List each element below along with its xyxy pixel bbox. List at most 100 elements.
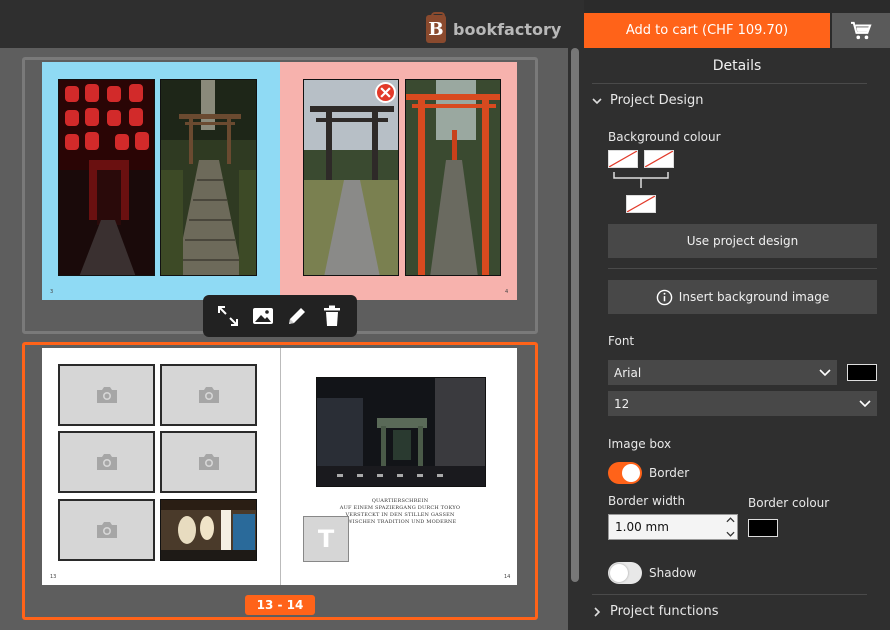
photo-big-torii-image bbox=[304, 80, 398, 275]
link-connector-icon bbox=[613, 172, 669, 188]
brand-logo[interactable]: B bookfactory bbox=[426, 12, 562, 44]
chevron-right-icon bbox=[594, 606, 601, 617]
camera-icon bbox=[96, 522, 117, 538]
border-colour-label: Border colour bbox=[748, 496, 830, 510]
delete-button[interactable] bbox=[318, 302, 346, 330]
font-family-value: Arial bbox=[614, 365, 642, 380]
details-panel: Details Project Design Background colour… bbox=[584, 48, 890, 630]
delete-photo-button[interactable] bbox=[375, 82, 396, 103]
text-box-icon[interactable]: T bbox=[303, 516, 349, 562]
cart-button[interactable] bbox=[832, 13, 890, 48]
camera-icon bbox=[198, 387, 219, 403]
insert-background-image-button[interactable]: Insert background image bbox=[608, 280, 877, 314]
chevron-down-icon bbox=[859, 399, 871, 407]
toggle-knob bbox=[622, 464, 640, 482]
image-placeholder[interactable] bbox=[58, 499, 155, 561]
no-colour-icon bbox=[626, 195, 656, 213]
background-swatch-both[interactable] bbox=[626, 195, 656, 213]
page-range-badge: 13 - 14 bbox=[245, 595, 315, 615]
font-size-select[interactable]: 12 bbox=[608, 391, 877, 416]
camera-icon bbox=[96, 387, 117, 403]
scrollbar-thumb[interactable] bbox=[571, 48, 579, 582]
section-heading: Project functions bbox=[610, 604, 719, 619]
trash-icon bbox=[323, 305, 340, 326]
caption-line: VERSTECKT IN DEN STILLEN GASSEN bbox=[345, 512, 455, 518]
page-4[interactable]: 4 bbox=[280, 62, 517, 300]
border-width-input[interactable]: 1.00 mm bbox=[608, 514, 738, 540]
top-bar: B bookfactory bbox=[0, 0, 584, 48]
page-number-13: 13 bbox=[50, 574, 57, 580]
photo-caption[interactable]: QUARTIERSCHREIN AUF EINEM SPAZIERGANG DU… bbox=[330, 498, 470, 526]
edit-button[interactable] bbox=[283, 302, 311, 330]
page-number-14: 14 bbox=[504, 574, 511, 580]
page-13[interactable]: 13 bbox=[42, 348, 280, 585]
border-width-value: 1.00 mm bbox=[615, 520, 669, 534]
shadow-label: Shadow bbox=[649, 566, 697, 580]
insert-background-image-label: Insert background image bbox=[678, 290, 830, 304]
photo-shop-front[interactable] bbox=[160, 499, 257, 561]
photo-night-shrine-image bbox=[317, 378, 485, 486]
chevron-down-icon[interactable] bbox=[725, 531, 735, 537]
border-label: Border bbox=[649, 466, 690, 480]
caption-line: QUARTIERSCHREIN bbox=[371, 498, 429, 504]
close-icon bbox=[380, 87, 391, 98]
photo-lanterns[interactable] bbox=[58, 79, 155, 276]
camera-icon bbox=[96, 454, 117, 470]
photo-stone-steps-image bbox=[161, 80, 256, 275]
image-icon bbox=[252, 308, 273, 324]
logo-text: bookfactory bbox=[453, 19, 562, 39]
border-width-stepper[interactable] bbox=[725, 517, 735, 537]
border-toggle[interactable] bbox=[608, 462, 642, 484]
no-colour-icon bbox=[608, 150, 638, 168]
image-box-label: Image box bbox=[608, 437, 672, 451]
caption-line: ZWISCHEN TRADITION UND MODERNE bbox=[343, 519, 457, 525]
font-colour-swatch[interactable] bbox=[847, 364, 877, 381]
background-swatch-right[interactable] bbox=[644, 150, 674, 168]
image-placeholder[interactable] bbox=[58, 364, 155, 426]
border-colour-swatch[interactable] bbox=[748, 519, 778, 537]
caption-line: AUF EINEM SPAZIERGANG DURCH TOKYO bbox=[339, 505, 461, 511]
divider bbox=[592, 594, 867, 595]
photo-red-torii[interactable] bbox=[405, 79, 501, 276]
page-number-right: 4 bbox=[505, 289, 509, 295]
section-heading: Project Design bbox=[610, 93, 704, 108]
photo-big-torii[interactable] bbox=[303, 79, 399, 276]
divider bbox=[592, 83, 867, 84]
toggle-knob bbox=[610, 564, 628, 582]
expand-button[interactable] bbox=[214, 302, 242, 330]
no-colour-icon bbox=[644, 150, 674, 168]
photo-shop-front-image bbox=[161, 500, 256, 560]
chevron-up-icon[interactable] bbox=[725, 517, 735, 523]
page-number-left: 3 bbox=[50, 289, 54, 295]
photo-night-shrine[interactable] bbox=[316, 377, 486, 487]
image-placeholder[interactable] bbox=[160, 431, 257, 493]
info-icon bbox=[656, 289, 673, 305]
shadow-toggle[interactable] bbox=[608, 562, 642, 584]
add-to-cart-button[interactable]: Add to cart (CHF 109.70) bbox=[584, 13, 830, 48]
font-label: Font bbox=[608, 334, 635, 348]
background-colour-label: Background colour bbox=[608, 130, 721, 144]
font-family-select[interactable]: Arial bbox=[608, 360, 837, 385]
font-size-value: 12 bbox=[614, 396, 630, 411]
expand-icon bbox=[218, 306, 239, 326]
photo-lanterns-image bbox=[59, 80, 154, 275]
page-3[interactable]: 3 bbox=[42, 62, 280, 300]
change-image-button[interactable] bbox=[249, 302, 277, 330]
section-project-design[interactable]: Project Design bbox=[592, 93, 704, 108]
divider bbox=[608, 268, 877, 269]
chevron-down-icon bbox=[592, 97, 602, 104]
use-project-design-button[interactable]: Use project design bbox=[608, 224, 877, 258]
border-width-label: Border width bbox=[608, 494, 686, 508]
camera-icon bbox=[198, 454, 219, 470]
photo-toolbar bbox=[203, 295, 357, 337]
photo-stone-steps[interactable] bbox=[160, 79, 257, 276]
image-placeholder[interactable] bbox=[58, 431, 155, 493]
section-project-functions[interactable]: Project functions bbox=[592, 604, 719, 619]
photo-red-torii-image bbox=[406, 80, 500, 275]
pencil-icon bbox=[289, 308, 306, 324]
app-root: B bookfactory Add to cart (CHF 109.70) 3… bbox=[0, 0, 890, 630]
image-placeholder[interactable] bbox=[160, 364, 257, 426]
chevron-down-icon bbox=[819, 368, 831, 376]
background-swatch-left[interactable] bbox=[608, 150, 638, 168]
panel-title: Details bbox=[712, 58, 762, 74]
